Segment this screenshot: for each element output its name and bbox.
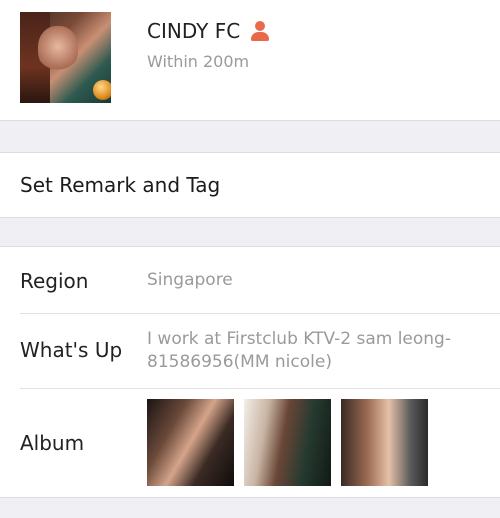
region-value: Singapore xyxy=(147,270,233,290)
whats-up-value: I work at Firstclub KTV-2 sam leong-8158… xyxy=(147,329,451,372)
profile-name-row: CINDY FC xyxy=(147,19,270,43)
person-icon-body xyxy=(251,32,270,41)
profile-header[interactable]: CINDY FC Within 200m xyxy=(0,0,500,121)
profile-name: CINDY FC xyxy=(147,19,241,43)
whats-up-label: What's Up xyxy=(20,338,123,362)
whats-up-row: What's Up I work at Firstclub KTV-2 sam … xyxy=(0,314,500,388)
avatar-billiard-ball xyxy=(93,80,111,100)
region-row: Region Singapore xyxy=(0,247,500,313)
album-label: Album xyxy=(20,431,85,455)
album-photo[interactable] xyxy=(147,399,234,486)
profile-distance: Within 200m xyxy=(147,52,250,71)
set-remark-and-tag-row[interactable]: Set Remark and Tag xyxy=(0,152,500,218)
set-remark-and-tag-label: Set Remark and Tag xyxy=(20,173,221,197)
album-photo[interactable] xyxy=(244,399,331,486)
avatar-face xyxy=(38,26,78,72)
region-label: Region xyxy=(20,269,89,293)
album-photo[interactable] xyxy=(341,399,428,486)
person-icon-head xyxy=(255,21,266,31)
person-icon xyxy=(250,21,270,41)
profile-info-section: Region Singapore What's Up I work at Fir… xyxy=(0,246,500,498)
album-row[interactable]: Album xyxy=(0,389,500,497)
avatar[interactable] xyxy=(20,12,111,103)
